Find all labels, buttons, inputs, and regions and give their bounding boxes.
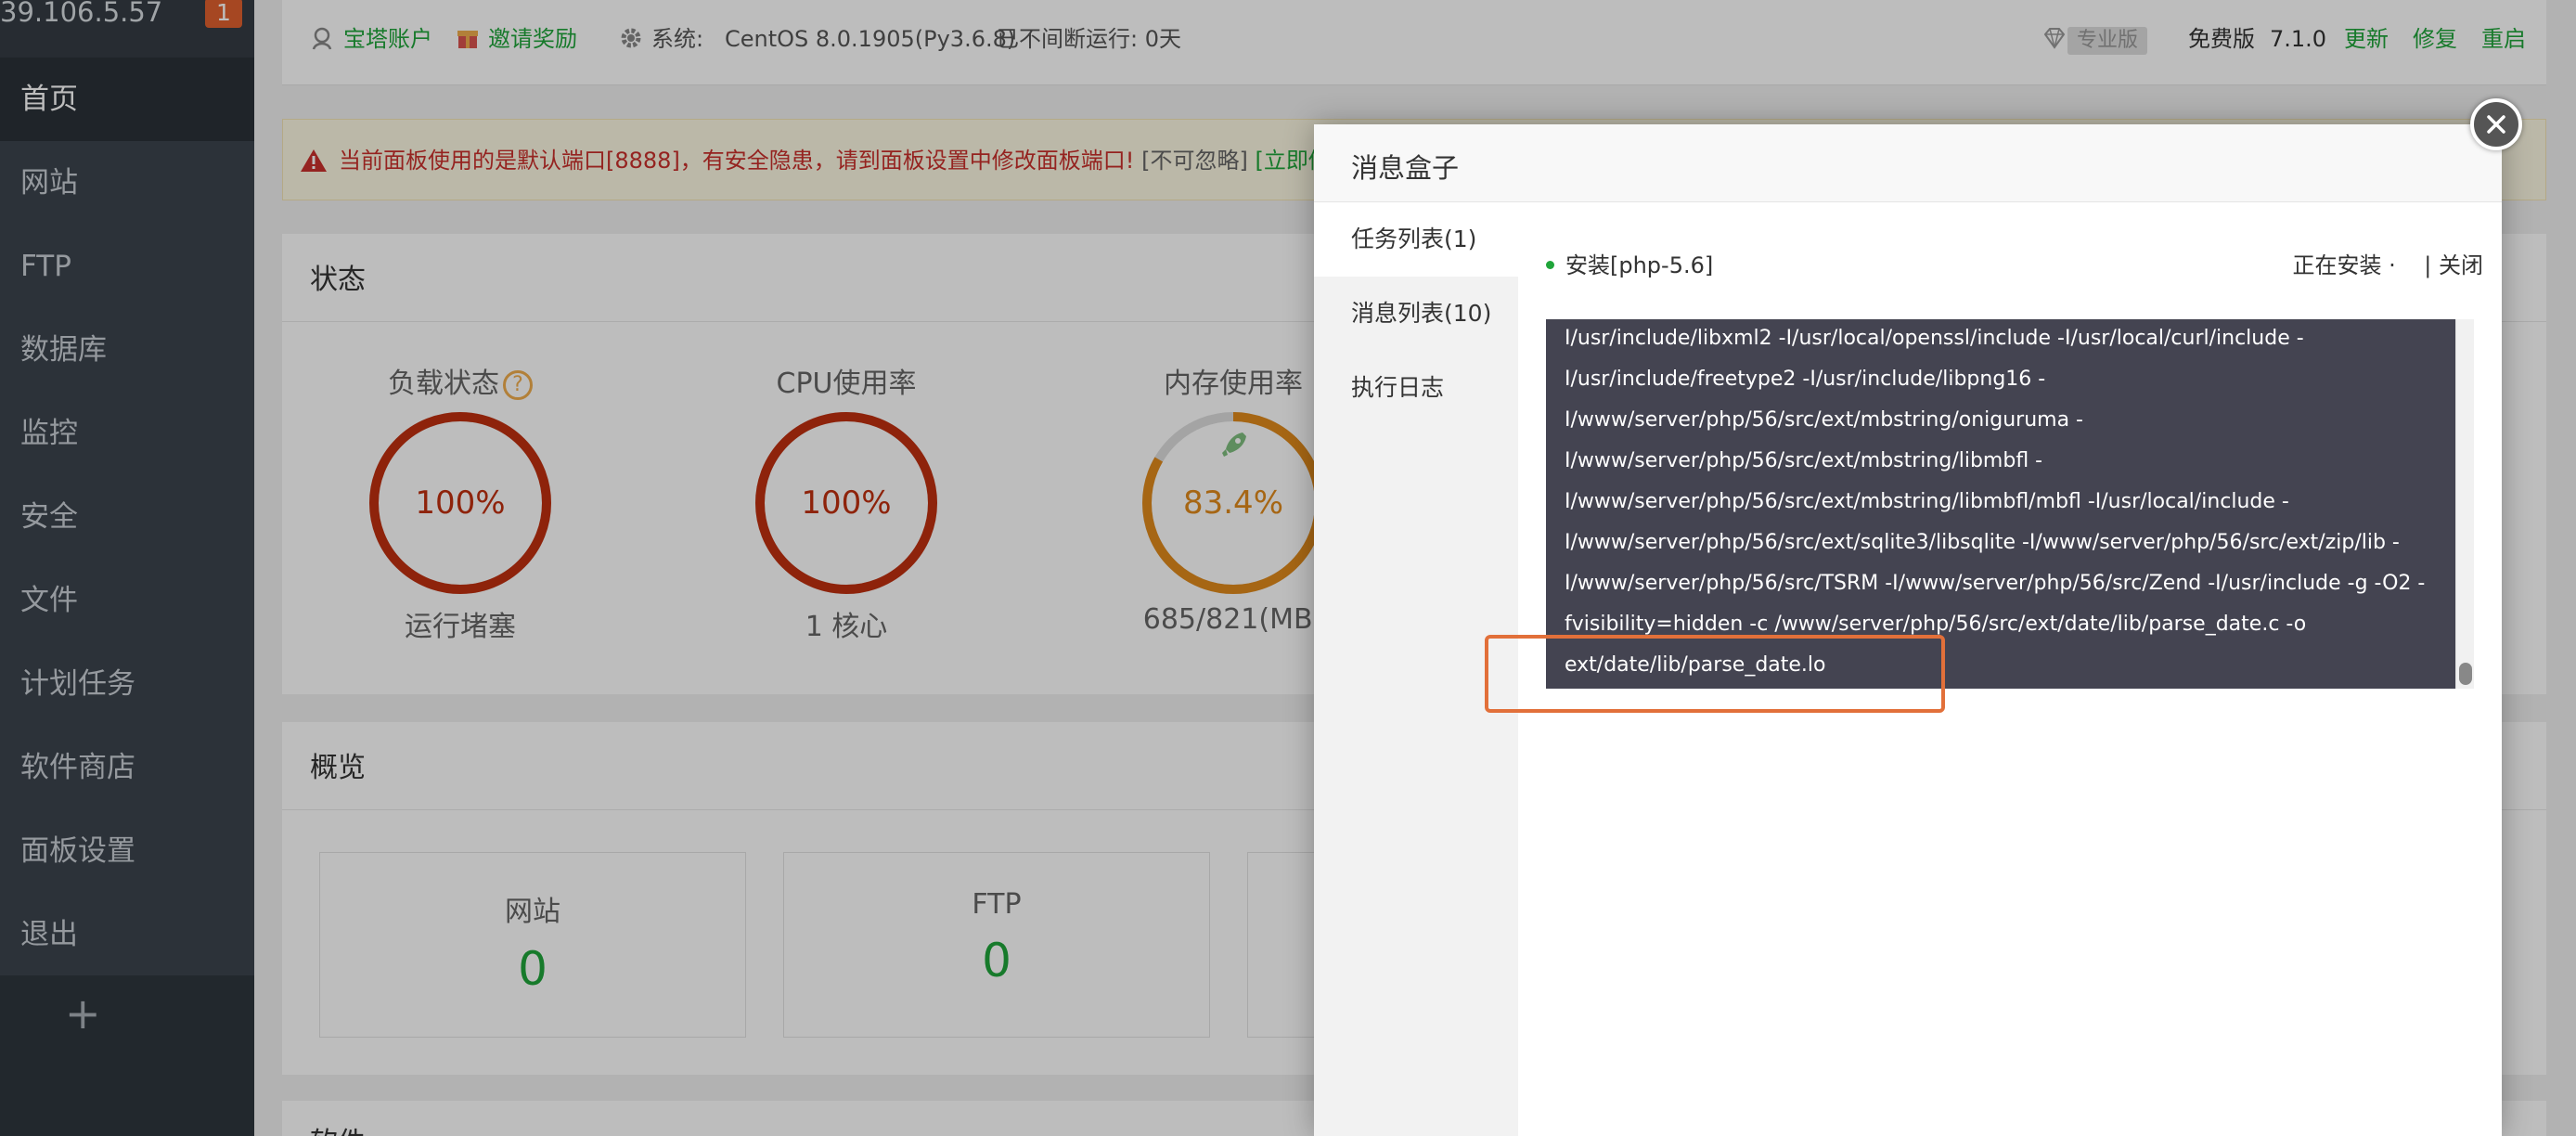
highlight-annotation-box <box>1485 635 1945 713</box>
tab-task-list[interactable]: 任务列表(1) <box>1314 202 1518 277</box>
task-name: 安装[php-5.6] <box>1546 249 1713 282</box>
modal-close-button[interactable] <box>2470 98 2522 150</box>
tab-message-list[interactable]: 消息列表(10) <box>1314 277 1518 351</box>
modal-title: 消息盒子 <box>1351 152 1460 184</box>
status-dot-icon <box>1546 261 1554 269</box>
task-name-text: 安装[php-5.6] <box>1565 252 1714 278</box>
console-line: I/www/server/php/56/src/ext/mbstring/lib… <box>1565 449 2043 472</box>
message-box-modal: 消息盒子 任务列表(1) 消息列表(10) 执行日志 安装[php-5.6] 正… <box>1314 124 2502 1136</box>
task-close-link[interactable]: | 关闭 <box>2424 252 2483 278</box>
console-line: I/www/server/php/56/src/ext/mbstring/lib… <box>1565 490 2289 513</box>
task-status-text: 正在安装 · <box>2292 252 2396 278</box>
console-line: I/www/server/php/56/src/ext/mbstring/oni… <box>1565 408 2083 432</box>
console-line: I/www/server/php/56/src/TSRM -I/www/serv… <box>1565 572 2426 595</box>
console-scroll-thumb[interactable] <box>2459 663 2472 685</box>
install-console[interactable]: I/usr/include/libxml2 -I/usr/local/opens… <box>1546 319 2474 689</box>
modal-header: 消息盒子 <box>1314 124 2502 202</box>
console-line: I/usr/include/libxml2 -I/usr/local/opens… <box>1565 327 2304 350</box>
console-scrollbar[interactable] <box>2455 319 2474 689</box>
close-icon <box>2487 115 2505 134</box>
tab-execution-log[interactable]: 执行日志 <box>1314 351 1518 425</box>
task-row: 安装[php-5.6] 正在安装 · | 关闭 <box>1546 249 2483 282</box>
task-status: 正在安装 · | 关闭 <box>2293 249 2484 282</box>
console-line: I/usr/include/freetype2 -I/usr/include/l… <box>1565 368 2046 391</box>
console-line: I/www/server/php/56/src/ext/sqlite3/libs… <box>1565 531 2400 554</box>
